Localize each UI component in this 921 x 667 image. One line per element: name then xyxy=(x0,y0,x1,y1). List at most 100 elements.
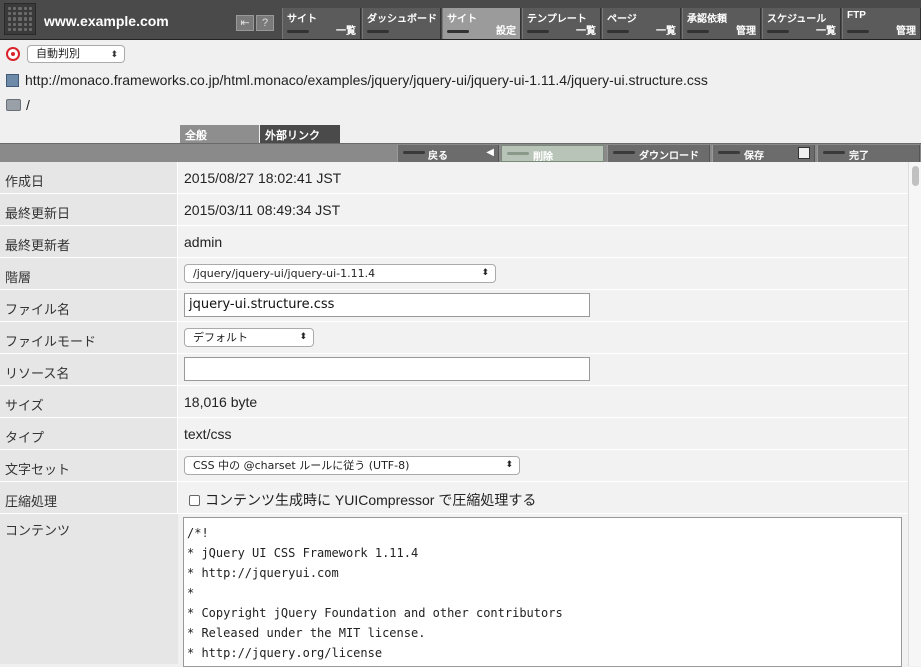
folder-icon xyxy=(6,99,21,111)
nav-dashboard[interactable]: ダッシュボード xyxy=(362,8,441,39)
content-row: コンテンツ /*! * jQuery UI CSS Framework 1.11… xyxy=(0,514,908,667)
nav-label: ダッシュボード xyxy=(367,14,437,25)
filename-input[interactable]: jquery-ui.structure.css xyxy=(184,293,590,317)
nav-sublabel: 一覧 xyxy=(656,26,676,37)
select-arrows-icon: ⬍ xyxy=(481,268,489,278)
charset-select[interactable]: CSS 中の @charset ルールに従う (UTF-8) ⬍ xyxy=(184,456,520,475)
created-label: 作成日 xyxy=(0,162,178,193)
filename-cell: jquery-ui.structure.css xyxy=(179,290,908,321)
modifier-row: 最終更新者 admin xyxy=(0,226,908,258)
select-arrows-icon: ⬍ xyxy=(505,460,513,470)
modifier-value: admin xyxy=(179,226,908,257)
scrollbar-thumb[interactable] xyxy=(912,166,919,186)
hierarchy-cell: /jquery/jquery-ui/jquery-ui-1.11.4 ⬍ xyxy=(179,258,908,289)
size-value: 18,016 byte xyxy=(179,386,908,417)
type-label: タイプ xyxy=(0,418,178,449)
type-value: text/css xyxy=(179,418,908,449)
folder-path[interactable]: / xyxy=(26,97,30,113)
save-button[interactable]: 保存 xyxy=(712,145,815,162)
done-button[interactable]: 完了 xyxy=(817,145,920,162)
page-scrollbar[interactable] xyxy=(908,162,921,666)
nav-label: ページ xyxy=(607,14,637,25)
tab-general[interactable]: 全般 xyxy=(180,125,259,143)
code-line: * Copyright jQuery Foundation and other … xyxy=(187,606,563,620)
content-editor[interactable]: /*! * jQuery UI CSS Framework 1.11.4 * h… xyxy=(183,517,902,667)
back-arrow-icon: ◀ xyxy=(486,147,494,158)
url-icon xyxy=(6,74,19,87)
language-select[interactable]: 自動判別 ⬍ xyxy=(27,45,125,63)
tab-external-links[interactable]: 外部リンク xyxy=(260,125,340,143)
nav-sublabel: 一覧 xyxy=(336,26,356,37)
code-line: /*! xyxy=(187,526,209,540)
resource-row: リソース名 xyxy=(0,354,908,386)
type-row: タイプ text/css xyxy=(0,418,908,450)
nav-label: 承認依頼 xyxy=(687,14,727,25)
filename-row: ファイル名 jquery-ui.structure.css xyxy=(0,290,908,322)
resource-label: リソース名 xyxy=(0,354,178,385)
select-arrows-icon: ⬍ xyxy=(299,332,307,342)
modified-row: 最終更新日 2015/03/11 08:49:34 JST xyxy=(0,194,908,226)
nav-label: サイト xyxy=(447,14,477,25)
charset-label: 文字セット xyxy=(0,450,178,481)
filemode-select[interactable]: デフォルト ⬍ xyxy=(184,328,314,347)
nav-label: サイト xyxy=(287,14,317,25)
size-label: サイズ xyxy=(0,386,178,417)
nav-ftp-management[interactable]: FTP 管理 xyxy=(842,8,921,39)
download-button[interactable]: ダウンロード xyxy=(607,145,710,162)
code-line: * http://jquery.org/license xyxy=(187,646,383,660)
compress-row: 圧縮処理 コンテンツ生成時に YUICompressor で圧縮処理する xyxy=(0,482,908,514)
hierarchy-label: 階層 xyxy=(0,258,178,289)
delete-label: 削除 xyxy=(533,152,553,163)
app-menu-grid-icon[interactable] xyxy=(4,3,36,35)
resource-cell xyxy=(179,354,908,385)
code-line: * xyxy=(187,586,195,600)
nav-page-list[interactable]: ページ 一覧 xyxy=(602,8,681,39)
filemode-row: ファイルモード デフォルト ⬍ xyxy=(0,322,908,354)
size-row: サイズ 18,016 byte xyxy=(0,386,908,418)
nav-sublabel: 管理 xyxy=(736,26,756,37)
modified-label: 最終更新日 xyxy=(0,194,178,225)
select-arrows-icon: ⬍ xyxy=(110,49,118,59)
file-url[interactable]: http://monaco.frameworks.co.jp/html.mona… xyxy=(25,72,708,88)
hierarchy-row: 階層 /jquery/jquery-ui/jquery-ui-1.11.4 ⬍ xyxy=(0,258,908,290)
code-line: * jQuery UI CSS Framework 1.11.4 xyxy=(187,546,419,560)
hierarchy-select[interactable]: /jquery/jquery-ui/jquery-ui-1.11.4 ⬍ xyxy=(184,264,496,283)
nav-site-list[interactable]: サイト 一覧 xyxy=(282,8,361,39)
hierarchy-select-value: /jquery/jquery-ui/jquery-ui-1.11.4 xyxy=(193,267,376,280)
filemode-cell: デフォルト ⬍ xyxy=(179,322,908,353)
compress-checkbox[interactable] xyxy=(189,495,200,506)
charset-row: 文字セット CSS 中の @charset ルールに従う (UTF-8) ⬍ xyxy=(0,450,908,482)
path-row: / xyxy=(6,97,30,113)
nav-sublabel: 一覧 xyxy=(816,26,836,37)
modifier-label: 最終更新者 xyxy=(0,226,178,257)
created-value: 2015/08/27 18:02:41 JST xyxy=(179,162,908,193)
back-button[interactable]: 戻る ◀ xyxy=(397,145,499,162)
url-row: http://monaco.frameworks.co.jp/html.mona… xyxy=(6,72,708,88)
created-row: 作成日 2015/08/27 18:02:41 JST xyxy=(0,162,908,194)
action-bar: 戻る ◀ 削除 ダウンロード 保存 完了 xyxy=(0,143,921,163)
nav-label: FTP xyxy=(847,10,866,21)
language-select-value: 自動判別 xyxy=(36,48,80,60)
top-navigation-bar: www.example.com ⇤ ? サイト 一覧 ダッシュボード サイト 設… xyxy=(0,0,921,40)
resource-name-input[interactable] xyxy=(184,357,590,381)
nav-schedule-list[interactable]: スケジュール 一覧 xyxy=(762,8,841,39)
help-icon[interactable]: ? xyxy=(256,15,274,31)
nav-template-list[interactable]: テンプレート 一覧 xyxy=(522,8,601,39)
nav-sublabel: 一覧 xyxy=(576,26,596,37)
logout-icon[interactable]: ⇤ xyxy=(236,15,254,31)
nav-approval-management[interactable]: 承認依頼 管理 xyxy=(682,8,761,39)
save-label: 保存 xyxy=(744,151,764,162)
nav-sublabel: 設定 xyxy=(496,26,516,37)
charset-select-value: CSS 中の @charset ルールに従う (UTF-8) xyxy=(193,459,410,472)
delete-button[interactable]: 削除 xyxy=(501,145,604,163)
site-title[interactable]: www.example.com xyxy=(44,13,169,29)
charset-cell: CSS 中の @charset ルールに従う (UTF-8) ⬍ xyxy=(179,450,908,481)
content-label: コンテンツ xyxy=(0,514,178,664)
filemode-select-value: デフォルト xyxy=(193,331,248,344)
content-cell: /*! * jQuery UI CSS Framework 1.11.4 * h… xyxy=(179,514,908,667)
compress-label: 圧縮処理 xyxy=(0,482,178,513)
nav-site-settings[interactable]: サイト 設定 xyxy=(442,8,521,39)
code-line: * Released under the MIT license. xyxy=(187,626,426,640)
file-properties-form: 作成日 2015/08/27 18:02:41 JST 最終更新日 2015/0… xyxy=(0,162,908,667)
compress-checkbox-label[interactable]: コンテンツ生成時に YUICompressor で圧縮処理する xyxy=(205,492,536,508)
